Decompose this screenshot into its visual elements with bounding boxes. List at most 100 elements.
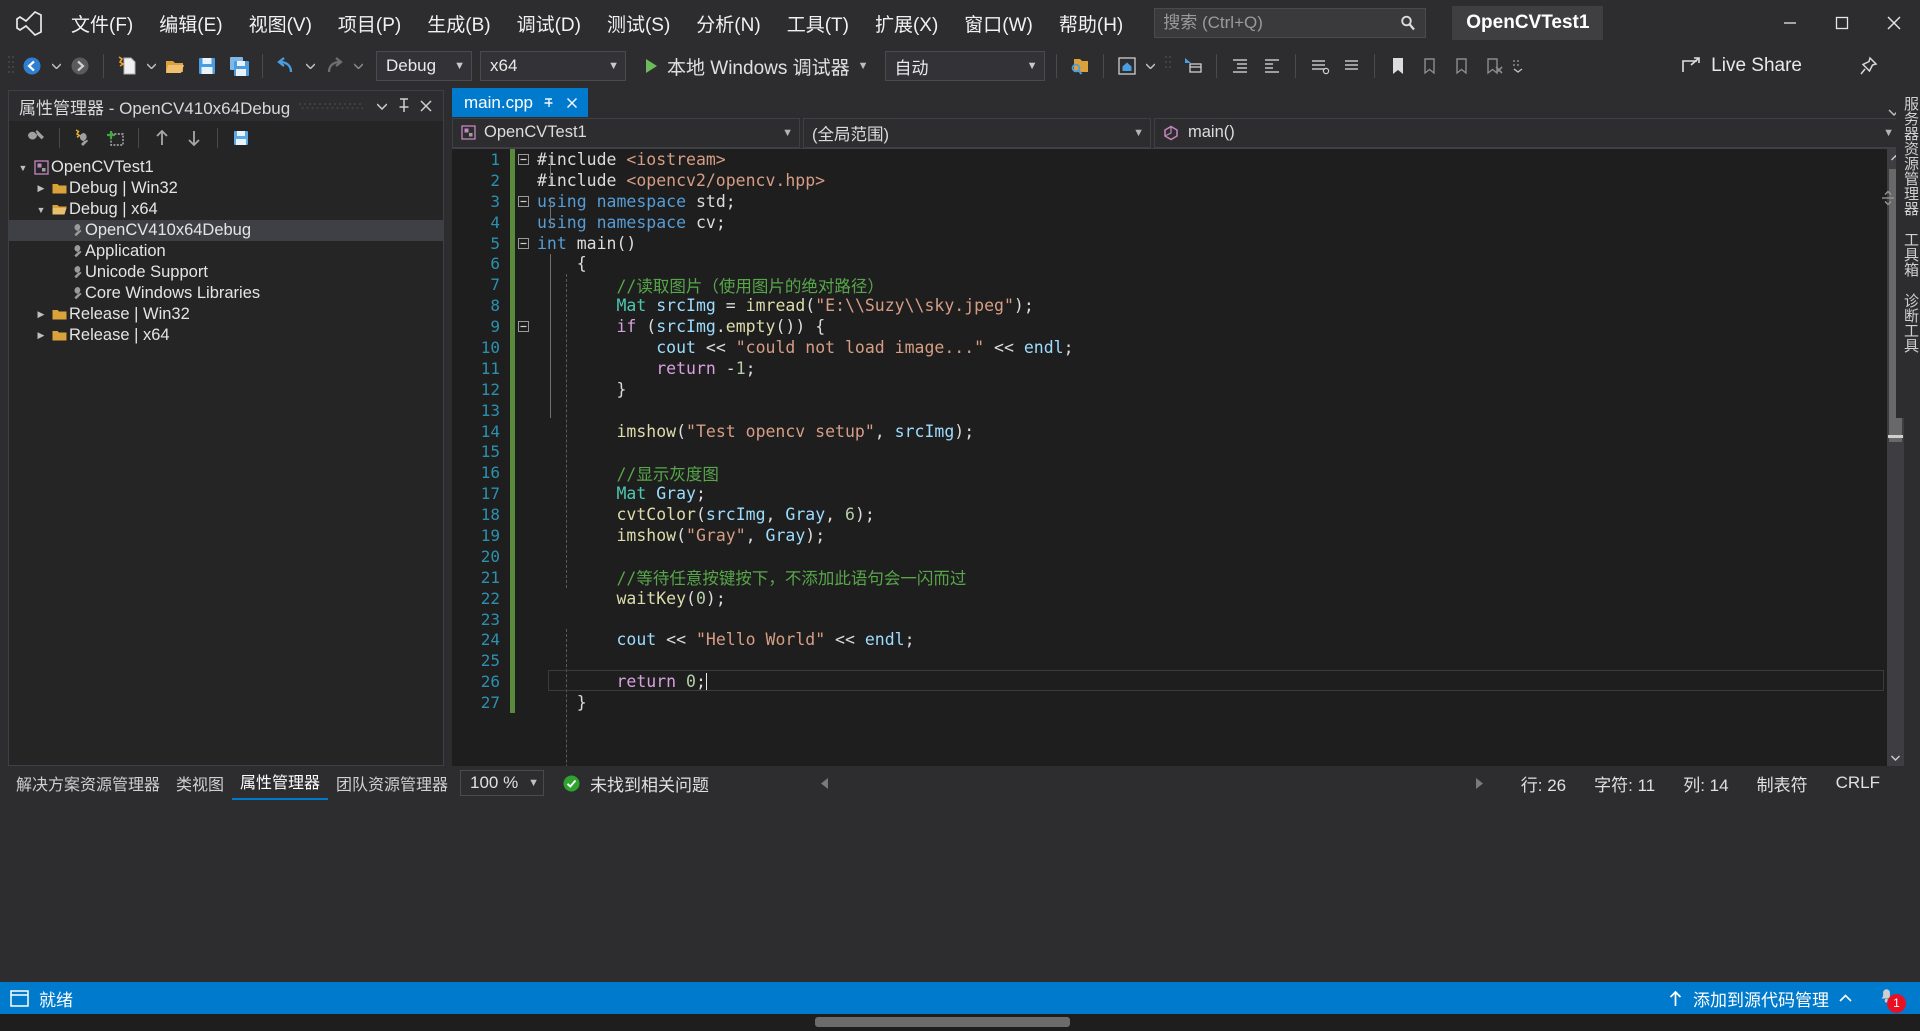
fold-collapse-icon[interactable] (515, 238, 531, 249)
twisty-collapsed-icon[interactable]: ▶ (33, 183, 49, 194)
open-folder-icon[interactable] (160, 51, 190, 81)
code-line[interactable]: 17 Mat Gray; (452, 483, 1904, 504)
code-line[interactable]: 14 imshow("Test opencv setup", srcImg); (452, 421, 1904, 442)
menu-help[interactable]: 帮助(H) (1046, 0, 1136, 46)
tab-class-view[interactable]: 类视图 (168, 766, 232, 800)
code-line[interactable]: 20 (452, 546, 1904, 567)
twisty-collapsed-icon[interactable]: ▶ (33, 330, 49, 341)
indent-icon[interactable] (1257, 51, 1287, 81)
code-line[interactable]: 26 return 0; (452, 671, 1904, 692)
fold-collapse-icon[interactable] (515, 321, 531, 332)
tab-server-explorer[interactable]: 服务器资源管理器 (1896, 88, 1920, 224)
tab-property-manager[interactable]: 属性管理器 (232, 764, 328, 800)
navigate-forward-icon[interactable] (65, 51, 95, 81)
tree-item-core-windows-libraries[interactable]: Core Windows Libraries (9, 283, 443, 304)
issue-status[interactable]: 未找到相关问题 (562, 771, 709, 796)
code-line[interactable]: 24 cout << "Hello World" << endl; (452, 629, 1904, 650)
new-item-caret-icon[interactable] (143, 51, 159, 81)
notification-area[interactable]: 1 (1876, 984, 1906, 1013)
save-all-icon[interactable] (224, 51, 254, 81)
search-input[interactable] (1163, 13, 1417, 33)
move-down-arrow-icon[interactable] (179, 124, 209, 152)
tab-toolbox[interactable]: 工具箱 (1896, 224, 1920, 285)
editor-tab-main-cpp[interactable]: main.cpp (452, 88, 588, 117)
tree-item-release-x64[interactable]: ▶ Release | x64 (9, 325, 443, 346)
code-line[interactable]: 25 (452, 650, 1904, 671)
tree-item-debug-win32[interactable]: ▶ Debug | Win32 (9, 178, 443, 199)
tree-item-debug-x64[interactable]: ▼ Debug | x64 (9, 199, 443, 220)
move-up-arrow-icon[interactable] (147, 124, 177, 152)
code-line[interactable]: 23 (452, 609, 1904, 630)
tree-item-release-win32[interactable]: ▶ Release | Win32 (9, 304, 443, 325)
menu-test[interactable]: 测试(S) (594, 0, 683, 46)
add-new-property-sheet-icon[interactable] (68, 124, 98, 152)
menu-view[interactable]: 视图(V) (236, 0, 325, 46)
source-control-text[interactable]: 添加到源代码管理 (1693, 986, 1829, 1011)
scroll-down-arrow-icon[interactable] (1887, 749, 1904, 766)
tab-diagnostic-tools[interactable]: 诊断工具 (1896, 285, 1920, 361)
redo-icon[interactable] (319, 51, 349, 81)
code-line[interactable]: 8 Mat srcImg = imread("E:\\Suzy\\sky.jpe… (452, 295, 1904, 316)
code-line[interactable]: 4using namespace cv; (452, 212, 1904, 233)
code-line[interactable]: 13 (452, 400, 1904, 421)
outline-icon[interactable] (1225, 51, 1255, 81)
add-existing-property-sheet-icon[interactable] (100, 124, 130, 152)
redo-caret-icon[interactable] (350, 51, 366, 81)
twisty-expanded-icon[interactable]: ▼ (15, 163, 31, 173)
code-line[interactable]: 7 //读取图片（使用图片的绝对路径） (452, 274, 1904, 295)
pin-icon[interactable] (1853, 51, 1883, 81)
menu-debug[interactable]: 调试(D) (504, 0, 594, 46)
nav-scope-combo[interactable]: (全局范围) ▼ (803, 118, 1151, 148)
code-line[interactable]: 1#include <iostream> (452, 149, 1904, 170)
uncomment-icon[interactable] (1336, 51, 1366, 81)
code-line[interactable]: 19 imshow("Gray", Gray); (452, 525, 1904, 546)
twisty-collapsed-icon[interactable]: ▶ (33, 309, 49, 320)
clear-bookmarks-icon[interactable] (1479, 51, 1509, 81)
close-button[interactable] (1868, 0, 1920, 46)
new-item-icon[interactable] (112, 51, 142, 81)
close-x-icon[interactable] (415, 94, 437, 118)
home-caret-icon[interactable] (1143, 51, 1159, 81)
debug-target-combo[interactable]: 自动 ▼ (885, 51, 1045, 81)
prev-bookmark-icon[interactable] (1415, 51, 1445, 81)
configuration-combo[interactable]: Debug ▼ (376, 51, 472, 81)
nav-project-combo[interactable]: OpenCVTest1 ▼ (452, 118, 800, 148)
close-x-icon[interactable] (566, 97, 578, 109)
pin-icon[interactable] (393, 94, 415, 118)
minimize-button[interactable] (1764, 0, 1816, 46)
chevron-up-icon[interactable] (1839, 994, 1852, 1002)
menu-file[interactable]: 文件(F) (58, 0, 146, 46)
start-debugging-button[interactable]: 本地 Windows 调试器 ▼ (636, 50, 877, 82)
triangle-right-icon[interactable] (1474, 777, 1507, 790)
home-icon[interactable] (1112, 51, 1142, 81)
menu-build[interactable]: 生成(B) (414, 0, 503, 46)
code-line[interactable]: 5int main() (452, 233, 1904, 254)
save-icon[interactable] (226, 124, 256, 152)
menu-analyze[interactable]: 分析(N) (683, 0, 773, 46)
next-bookmark-icon[interactable] (1447, 51, 1477, 81)
tree-item-unicode-support[interactable]: Unicode Support (9, 262, 443, 283)
editor-splitter-icon[interactable] (1880, 190, 1896, 206)
code-line[interactable]: 10 cout << "could not load image..." << … (452, 337, 1904, 358)
window-layout-icon[interactable] (1178, 51, 1208, 81)
code-line[interactable]: 6 { (452, 253, 1904, 274)
live-share-button[interactable]: Live Share (1680, 55, 1802, 77)
toolbar-grip[interactable] (6, 54, 16, 78)
code-line[interactable]: 3using namespace std; (452, 191, 1904, 212)
tree-item-opencvtest1[interactable]: ▼ OpenCVTest1 (9, 157, 443, 178)
save-icon[interactable] (192, 51, 222, 81)
triangle-left-icon[interactable] (819, 777, 830, 790)
platform-combo[interactable]: x64 ▼ (480, 51, 626, 81)
menu-window[interactable]: 窗口(W) (951, 0, 1046, 46)
fold-collapse-icon[interactable] (515, 154, 531, 165)
code-line[interactable]: 9 if (srcImg.empty()) { (452, 316, 1904, 337)
menu-tools[interactable]: 工具(T) (774, 0, 862, 46)
code-line[interactable]: 18 cvtColor(srcImg, Gray, 6); (452, 504, 1904, 525)
find-in-files-icon[interactable] (1065, 51, 1095, 81)
tree-item-opencv410x64debug[interactable]: OpenCV410x64Debug (9, 220, 443, 241)
menu-extensions[interactable]: 扩展(X) (862, 0, 951, 46)
zoom-combo[interactable]: 100 % ▼ (460, 770, 544, 796)
undo-caret-icon[interactable] (302, 51, 318, 81)
code-line[interactable]: 22 waitKey(0); (452, 588, 1904, 609)
navigate-back-caret-icon[interactable] (48, 51, 64, 81)
